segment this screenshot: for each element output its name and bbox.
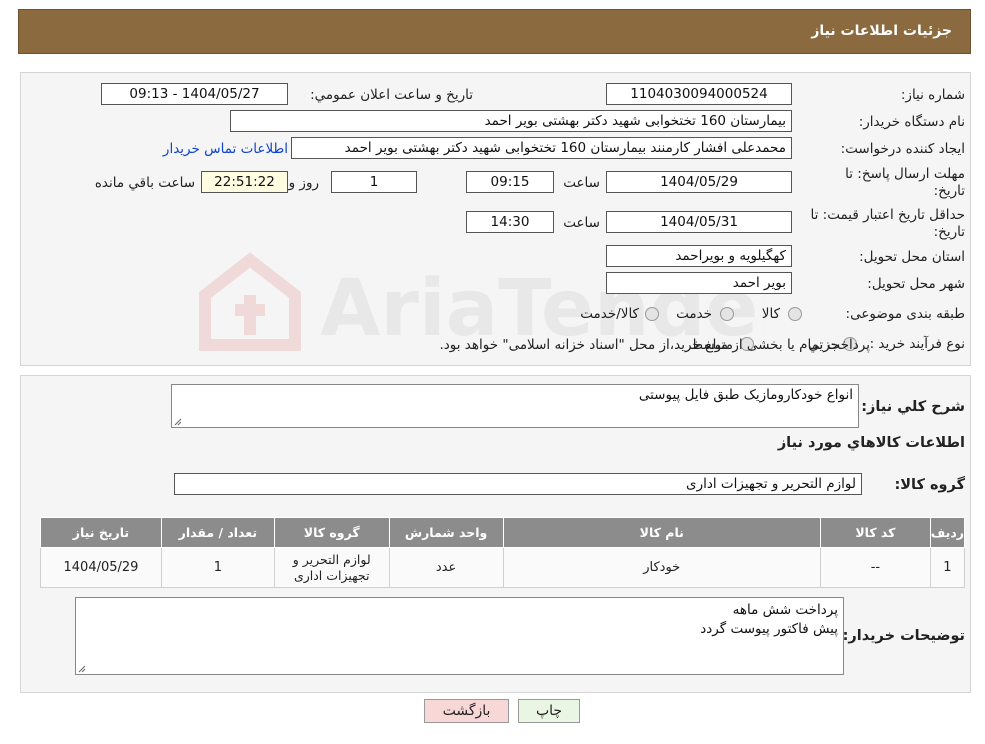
- price-validity-time-label: ساعت: [563, 215, 600, 231]
- need-number-field: 1104030094000524: [606, 83, 792, 105]
- reply-date-field: 1404/05/29: [606, 171, 792, 193]
- cell-row: 1: [929, 547, 966, 588]
- creator-field: محمدعلی افشار کارمنند بيمارستان 160 تختخ…: [291, 137, 792, 159]
- resize-grip-icon: [174, 418, 182, 426]
- category-radio-service[interactable]: [720, 307, 734, 321]
- province-label: استان محل تحويل:: [859, 249, 965, 265]
- buyer-notes-textarea[interactable]: پرداخت شش ماهه پیش فاکتور پیوست گردد: [75, 597, 844, 675]
- goods-group-label: گروه کالا:: [894, 477, 965, 493]
- back-button[interactable]: بازگشت: [424, 699, 509, 723]
- cell-group-line1: لوازم التحرير و: [292, 551, 371, 567]
- th-qty: تعداد / مقدار: [160, 517, 275, 548]
- price-validity-date-field: 1404/05/31: [606, 211, 792, 233]
- th-group: گروه کالا: [273, 517, 390, 548]
- goods-table: رديف کد کالا نام کالا واحد شمارش گروه کا…: [40, 517, 966, 588]
- category-option-service: خدمت: [676, 306, 712, 322]
- remaining-label: ساعت باقي مانده: [94, 175, 195, 191]
- purchase-type-label: نوع فرآيند خريد :: [869, 336, 965, 352]
- buyer-contact-link[interactable]: اطلاعات تماس خريدار: [163, 141, 288, 157]
- remaining-time-field: 22:51:22: [201, 171, 288, 193]
- th-unit: واحد شمارش: [388, 517, 504, 548]
- province-field: کهگيلويه و بويراحمد: [606, 245, 792, 267]
- cell-qty: 1: [160, 547, 275, 588]
- buyer-label: نام دستگاه خريدار:: [858, 114, 965, 130]
- city-label: شهر محل تحويل:: [867, 276, 965, 292]
- category-option-goods: کالا: [761, 306, 780, 322]
- th-name: نام کالا: [502, 517, 821, 548]
- announce-label: تاريخ و ساعت اعلان عمومي:: [310, 87, 473, 103]
- goods-table-header: رديف کد کالا نام کالا واحد شمارش گروه کا…: [40, 517, 966, 548]
- cell-group-line2: تجهيزات اداری: [293, 567, 370, 583]
- cell-code: --: [819, 547, 931, 588]
- page-header: جزئيات اطلاعات نياز: [18, 9, 971, 54]
- reply-deadline-label-2: تاريخ:: [933, 183, 965, 199]
- price-validity-label-2: تاريخ:: [933, 224, 965, 240]
- city-field: بوير احمد: [606, 272, 792, 294]
- price-validity-time-field: 14:30: [466, 211, 554, 233]
- category-radio-goods-service[interactable]: [645, 307, 659, 321]
- category-radio-goods[interactable]: [788, 307, 802, 321]
- cell-name: خودکار: [502, 547, 821, 588]
- description-textarea[interactable]: انواع خودکارومازیک طبق فایل پیوستی: [171, 384, 859, 428]
- reply-days-field: 1: [331, 171, 417, 193]
- th-date: تاريخ نياز: [40, 517, 162, 548]
- description-label: شرح کلي نياز:: [861, 399, 965, 415]
- cell-group: لوازم التحرير و تجهيزات اداری: [273, 547, 390, 588]
- goods-group-field: لوازم التحرير و تجهيزات اداری: [174, 473, 862, 495]
- days-label: روز و: [288, 175, 319, 191]
- print-button[interactable]: چاپ: [518, 699, 580, 723]
- announce-field: 1404/05/27 - 09:13: [101, 83, 288, 105]
- reply-time-label: ساعت: [563, 175, 600, 191]
- buyer-notes-label: توضيحات خريدار:: [842, 628, 965, 644]
- page-title: جزئيات اطلاعات نياز: [811, 23, 952, 39]
- buyer-field: بيمارستان 160 تختخوابی شهيد دکتر بهشتی ب…: [230, 110, 792, 132]
- cell-date: 1404/05/29: [40, 547, 162, 588]
- table-row: 1 -- خودکار عدد لوازم التحرير و تجهيزات …: [40, 547, 966, 588]
- th-row: رديف: [929, 517, 966, 548]
- reply-time-field: 09:15: [466, 171, 554, 193]
- purchase-note: پرداخت تمام يا بخشی از مبلغ خريد،از محل …: [439, 337, 870, 353]
- price-validity-label: حداقل تاريخ اعتبار قيمت: تا: [810, 207, 965, 223]
- goods-section-title: اطلاعات کالاهاي مورد نياز: [777, 435, 965, 451]
- cell-unit: عدد: [388, 547, 504, 588]
- category-option-goods-service: کالا/خدمت: [580, 306, 639, 322]
- creator-label: ايجاد کننده درخواست:: [840, 141, 965, 157]
- category-label: طبقه بندی موضوعی:: [845, 306, 965, 322]
- buyer-notes-line1: پرداخت شش ماهه: [732, 602, 838, 618]
- th-code: کد کالا: [819, 517, 931, 548]
- need-number-label: شماره نياز:: [900, 87, 965, 103]
- reply-deadline-label: مهلت ارسال پاسخ: تا: [845, 166, 965, 182]
- buyer-notes-line2: پیش فاکتور پیوست گردد: [700, 621, 838, 637]
- description-text: انواع خودکارومازیک طبق فایل پیوستی: [638, 387, 853, 403]
- resize-grip-icon: [78, 665, 86, 673]
